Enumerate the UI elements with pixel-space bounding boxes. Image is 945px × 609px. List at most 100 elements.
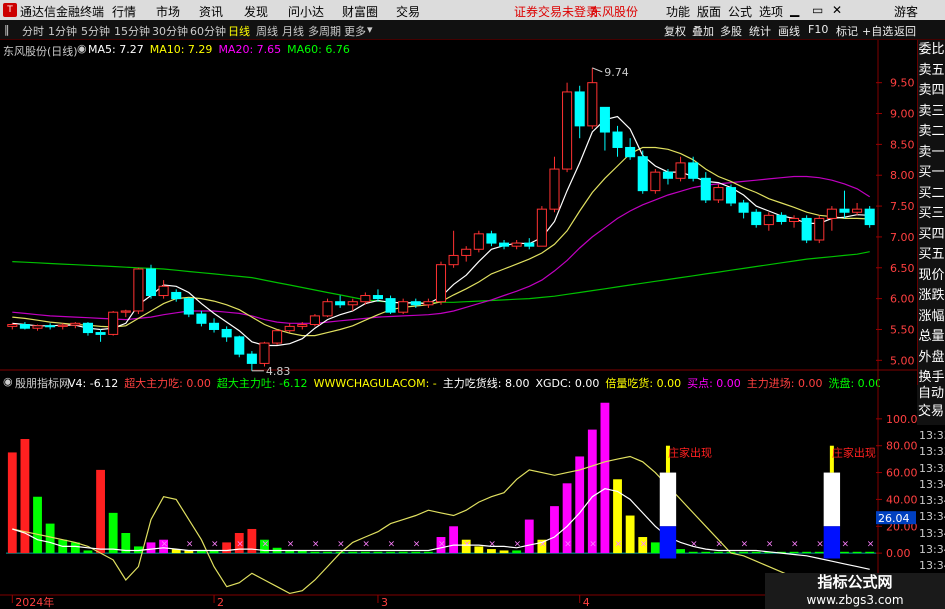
candle-body bbox=[234, 336, 245, 355]
candle-body bbox=[814, 217, 825, 241]
ind-axis-label: 0.00 bbox=[886, 547, 911, 560]
ind-bar bbox=[713, 551, 723, 554]
candle-body bbox=[587, 82, 598, 127]
tick-time: 13:34 bbox=[919, 494, 945, 508]
time-axis-label: 2 bbox=[217, 596, 224, 609]
candle-body bbox=[423, 301, 434, 306]
candle-body bbox=[763, 214, 774, 226]
candle-body bbox=[322, 301, 333, 317]
ind-bar bbox=[323, 551, 332, 554]
ind-cross-marker: × bbox=[690, 539, 698, 549]
price-axis-label: 9.00 bbox=[890, 108, 915, 121]
candle-body bbox=[32, 325, 43, 329]
order-book-label: 现价 bbox=[918, 267, 945, 283]
ind-bar bbox=[222, 542, 232, 554]
order-book-label: 总量 bbox=[918, 329, 945, 344]
candle-body bbox=[625, 146, 636, 158]
ind-bar bbox=[411, 551, 421, 554]
candle-body bbox=[473, 233, 484, 250]
price-axis-label: 6.50 bbox=[890, 262, 915, 275]
ind-cross-marker: × bbox=[867, 539, 875, 549]
candle-body bbox=[335, 301, 346, 306]
trade-label[interactable]: 交易 bbox=[917, 403, 945, 421]
candle-body bbox=[297, 324, 308, 327]
candle-body bbox=[259, 342, 270, 364]
candle-body bbox=[536, 208, 547, 247]
ind-bar bbox=[688, 551, 698, 554]
candle-body bbox=[776, 214, 787, 222]
ind-bar bbox=[814, 551, 824, 554]
ind-bar bbox=[7, 452, 17, 554]
price-axis-label: 7.50 bbox=[890, 200, 915, 213]
candle-body bbox=[574, 91, 585, 127]
ind-bar bbox=[802, 551, 812, 554]
candle-body bbox=[839, 208, 850, 213]
price-axis-label: 6.00 bbox=[890, 293, 915, 306]
signal-blue-block bbox=[659, 526, 677, 559]
candle-body bbox=[448, 254, 459, 266]
ind-bar bbox=[512, 550, 522, 554]
tick-time: 13:33 bbox=[919, 429, 945, 442]
candle-body bbox=[120, 310, 131, 313]
ind-cross-marker: × bbox=[841, 539, 849, 549]
candle-body bbox=[284, 325, 295, 332]
price-axis-label: 8.50 bbox=[890, 138, 915, 151]
ind-cross-marker: × bbox=[615, 539, 623, 549]
ind-bar bbox=[499, 550, 509, 554]
ind-cross-marker: × bbox=[589, 539, 597, 549]
candle-body bbox=[19, 324, 30, 329]
order-book-label: 买三 bbox=[918, 206, 945, 221]
ind-bar bbox=[96, 469, 105, 554]
tick-time: 13:34 bbox=[919, 477, 945, 491]
order-book-label: 买五 bbox=[918, 247, 945, 262]
ind-bar bbox=[600, 402, 610, 554]
candle-body bbox=[398, 301, 409, 313]
price-axis-label: 5.00 bbox=[890, 354, 915, 367]
ind-bar bbox=[865, 551, 875, 554]
price-axis-label: 8.00 bbox=[890, 169, 915, 182]
candle-body bbox=[246, 353, 257, 364]
auto-trade-panel: 自动 交易 bbox=[917, 385, 945, 425]
ind-bar bbox=[20, 439, 30, 554]
ind-bar bbox=[852, 551, 862, 554]
order-book-label: 卖二 bbox=[918, 124, 945, 139]
candle-body bbox=[272, 330, 283, 344]
ind-bar bbox=[146, 542, 156, 554]
ind-current-value: 26.04 bbox=[878, 512, 910, 525]
candle-body bbox=[524, 242, 535, 247]
kline-chart[interactable]: 9.50 9.00 8.50 8.00 7.50 7.00 6.50 6.00 5.50 5.00… bbox=[0, 0, 945, 609]
ind-yellow-line bbox=[12, 455, 870, 603]
order-book-label: 卖一 bbox=[918, 144, 945, 160]
candle-body bbox=[486, 233, 497, 244]
ind-bar bbox=[487, 549, 496, 554]
tick-time: 13:34 bbox=[919, 510, 945, 524]
candle-body bbox=[309, 315, 320, 326]
candle-body bbox=[57, 324, 68, 327]
ind-cross-marker: × bbox=[766, 539, 774, 549]
candle-body bbox=[599, 106, 610, 133]
signal-white-block bbox=[823, 472, 841, 527]
candle-body bbox=[700, 177, 711, 201]
order-book-label: 卖四 bbox=[918, 83, 945, 98]
auto-label[interactable]: 自动 bbox=[917, 385, 945, 403]
candle-body bbox=[499, 242, 510, 247]
time-axis-label: 4 bbox=[583, 596, 590, 609]
ind-bar bbox=[587, 429, 597, 554]
watermark-title: 指标公式网 bbox=[817, 573, 893, 591]
ind-cross-marker: × bbox=[261, 539, 269, 549]
candle-body bbox=[511, 242, 522, 247]
ind-cross-marker: × bbox=[816, 539, 824, 549]
candle-body bbox=[158, 285, 169, 297]
order-book-label: 卖五 bbox=[918, 62, 945, 78]
tick-time: 13:34 bbox=[919, 543, 945, 557]
tick-time: 13:33 bbox=[919, 461, 945, 475]
price-axis-label: 9.50 bbox=[890, 77, 915, 90]
ind-bar bbox=[33, 496, 42, 554]
candle-body bbox=[662, 171, 673, 179]
candle-body bbox=[675, 162, 686, 179]
candle-body bbox=[435, 264, 447, 303]
candle-body bbox=[826, 208, 837, 219]
ind-cross-marker: × bbox=[312, 539, 320, 549]
ind-cross-marker: × bbox=[388, 539, 396, 549]
ind-bar bbox=[108, 512, 118, 554]
